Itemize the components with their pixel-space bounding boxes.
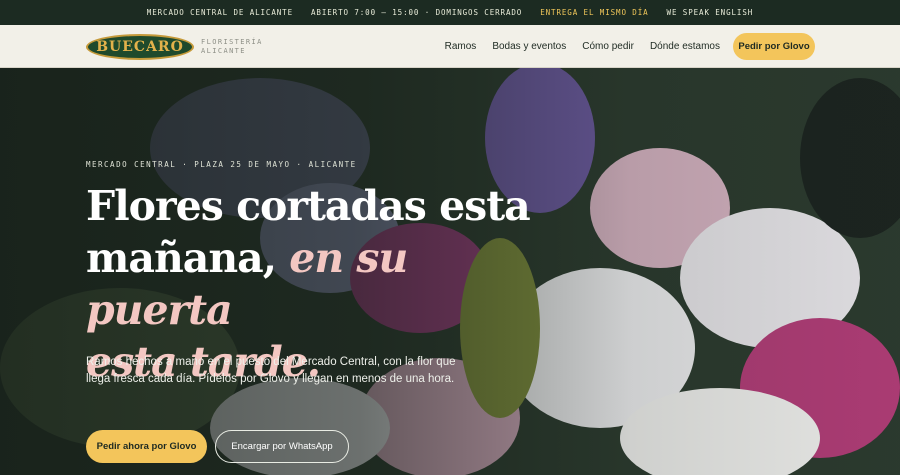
nav-link-donde-estamos[interactable]: Dónde estamos	[650, 41, 720, 52]
headline-line-1: Flores cortadas esta	[86, 182, 531, 230]
hero-section: MERCADO CENTRAL · PLAZA 25 DE MAYO · ALI…	[0, 68, 900, 475]
nav-links: Ramos Bodas y eventos Cómo pedir Dónde e…	[445, 25, 720, 68]
hero-description: Ramos hechos a mano en el puesto del Mer…	[86, 356, 456, 385]
nav-link-ramos[interactable]: Ramos	[445, 41, 477, 52]
tagline-line-1: FLORISTERÍA	[201, 38, 263, 46]
headline-line-2: mañana,	[86, 234, 290, 282]
main-navigation: BUECARO FLORISTERÍA ALICANTE Ramos Bodas…	[0, 25, 900, 68]
nav-link-como-pedir[interactable]: Cómo pedir	[582, 41, 634, 52]
same-day-delivery: ENTREGA EL MISMO DÍA	[540, 8, 649, 17]
announcement-bar: MERCADO CENTRAL DE ALICANTE ABIERTO 7:00…	[0, 0, 900, 25]
tagline-line-2: ALICANTE	[201, 47, 246, 55]
nav-link-bodas[interactable]: Bodas y eventos	[492, 41, 566, 52]
order-glovo-button[interactable]: Pedir por Glovo	[733, 33, 815, 60]
order-now-glovo-button[interactable]: Pedir ahora por Glovo	[86, 430, 207, 463]
market-location: MERCADO CENTRAL DE ALICANTE	[146, 8, 294, 17]
order-whatsapp-button[interactable]: Encargar por WhatsApp	[215, 430, 349, 463]
brand-tagline: FLORISTERÍA ALICANTE	[201, 38, 263, 56]
brand-logo[interactable]: BUECARO	[86, 34, 194, 60]
hero-eyebrow: MERCADO CENTRAL · PLAZA 25 DE MAYO · ALI…	[86, 160, 357, 169]
opening-hours: ABIERTO 7:00 – 15:00 · DOMINGOS CERRADO	[311, 8, 523, 17]
logo-text: BUECARO	[96, 39, 184, 55]
english-spoken: WE SPEAK ENGLISH	[666, 8, 754, 17]
